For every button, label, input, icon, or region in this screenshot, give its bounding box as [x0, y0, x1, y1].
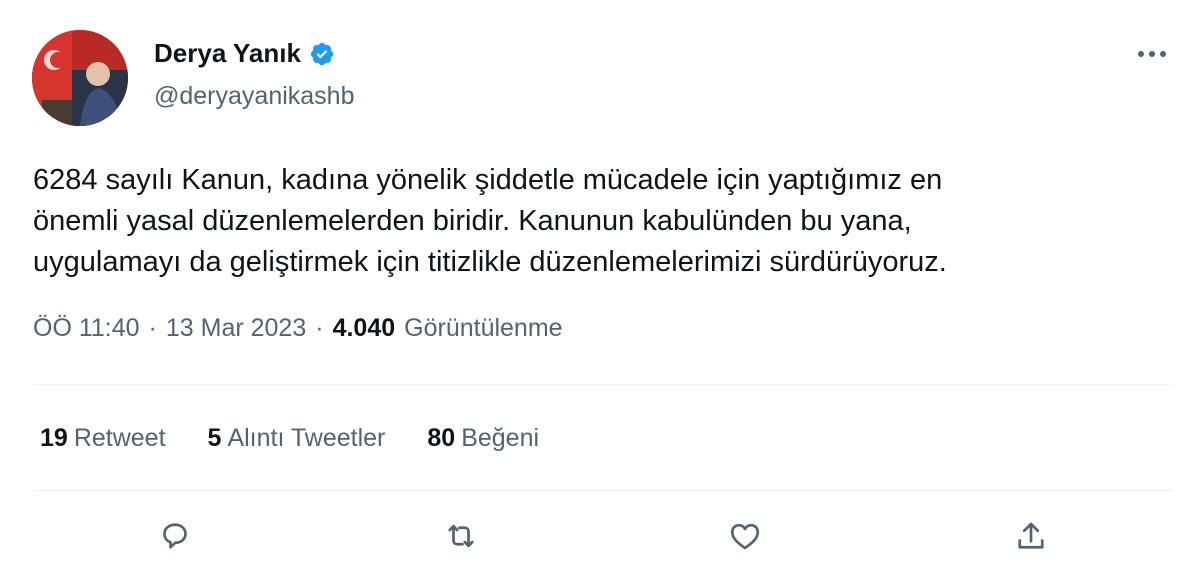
quotes-label: Alıntı Tweetler	[227, 424, 386, 452]
views-count: 4.040	[332, 314, 396, 342]
verified-badge-icon	[309, 41, 335, 67]
heart-icon[interactable]	[724, 515, 766, 557]
retweets-label: Retweet	[73, 424, 166, 452]
tweet-text: 6284 sayılı Kanun, kadına yönelik şiddet…	[33, 160, 1163, 283]
tweet-stats: 19 Retweet 5 Alıntı Tweetler 80 Beğeni	[40, 424, 539, 453]
likes-stat[interactable]: 80 Beğeni	[427, 424, 539, 453]
quotes-count: 5	[207, 424, 222, 452]
meta-separator: ·	[148, 314, 157, 342]
tweet-text-line: önemli yasal düzenlemelerden biridir. Ka…	[33, 205, 912, 237]
meta-separator: ·	[315, 314, 324, 342]
reply-icon[interactable]	[154, 515, 196, 557]
author-handle[interactable]: @deryayanikashb	[154, 82, 355, 111]
views-label: Görüntülenme	[404, 314, 563, 342]
divider	[33, 490, 1172, 491]
tweet-time[interactable]: ÖÖ 11:40	[33, 314, 140, 343]
share-icon[interactable]	[1010, 515, 1052, 557]
divider	[33, 384, 1172, 385]
tweet-date[interactable]: 13 Mar 2023	[166, 314, 306, 343]
author-name-row: Derya Yanık	[154, 38, 335, 69]
likes-label: Beğeni	[461, 424, 540, 452]
avatar[interactable]	[32, 30, 128, 126]
likes-count: 80	[427, 424, 456, 452]
avatar-photo	[32, 30, 128, 126]
tweet-text-line: uygulamayı da geliştirmek için titizlikl…	[33, 246, 947, 278]
retweets-count: 19	[40, 424, 68, 452]
retweets-stat[interactable]: 19 Retweet	[40, 424, 166, 453]
tweet-text-line: 6284 sayılı Kanun, kadına yönelik şiddet…	[33, 164, 943, 196]
retweet-icon[interactable]	[440, 515, 482, 557]
tweet-actions	[0, 515, 1200, 565]
author-display-name[interactable]: Derya Yanık	[154, 38, 301, 69]
quotes-stat[interactable]: 5 Alıntı Tweetler	[208, 424, 386, 453]
tweet-meta: ÖÖ 11:40 · 13 Mar 2023 · 4.040 Görüntüle…	[33, 314, 563, 343]
more-dots-icon[interactable]	[1132, 40, 1172, 68]
